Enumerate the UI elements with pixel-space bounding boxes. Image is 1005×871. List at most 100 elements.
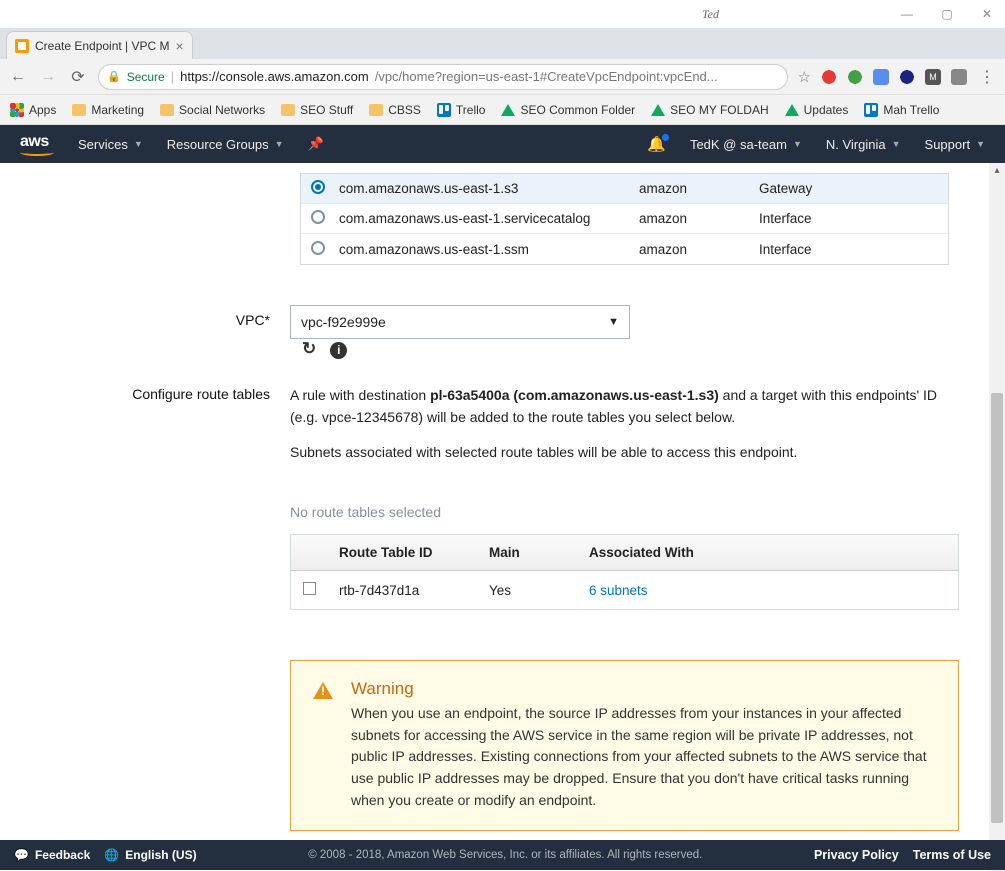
vpc-value: vpc-f92e999e [301,314,386,330]
ext-icon-4[interactable] [899,69,915,85]
bookmarks-bar: Apps Marketing Social Networks SEO Stuff… [0,95,1005,125]
url-host: https://console.aws.amazon.com [180,69,369,84]
bookmark-social[interactable]: Social Networks [160,103,265,117]
window-minimize-icon[interactable]: — [897,7,917,21]
bookmark-trello[interactable]: Trello [437,103,486,117]
radio-icon[interactable] [311,210,325,224]
vpc-label: VPC* [0,305,290,359]
address-bar[interactable]: 🔒 Secure | https://console.aws.amazon.co… [98,64,788,90]
route-help-text-2: Subnets associated with selected route t… [290,442,959,464]
warning-box: Warning When you use an endpoint, the so… [290,660,959,830]
forward-icon[interactable]: → [38,68,58,86]
region-menu[interactable]: N. Virginia▼ [826,137,901,152]
lock-icon: 🔒 [107,70,121,83]
aws-logo-icon[interactable]: aws [20,133,54,156]
aws-console-header: aws Services▼ Resource Groups▼ 📌 🔔 TedK … [0,125,1005,163]
table-row[interactable]: rtb-7d437d1a Yes 6 subnets [291,571,958,609]
header-assoc[interactable]: Associated With [577,545,958,560]
url-path: /vpc/home?region=us-east-1#CreateVpcEndp… [375,69,718,84]
account-menu[interactable]: TedK @ sa-team▼ [690,137,802,152]
bookmark-seostuff[interactable]: SEO Stuff [281,103,353,117]
vertical-scrollbar[interactable]: ▴ ▾ [989,163,1005,871]
ext-icon-2[interactable] [847,69,863,85]
notification-dot-icon [662,134,669,141]
ext-icon-5[interactable]: M [925,69,941,85]
ext-icon-1[interactable] [821,69,837,85]
vpc-row: VPC* vpc-f92e999e ▼ ↻ i [0,299,989,365]
route-tables-row: Configure route tables A rule with desti… [0,379,989,837]
window-maximize-icon[interactable]: ▢ [937,7,957,21]
route-id-cell: rtb-7d437d1a [327,583,477,598]
route-tables-empty: No route tables selected [290,504,959,520]
back-icon[interactable]: ← [8,68,28,86]
bookmark-cbss[interactable]: CBSS [369,103,421,117]
header-main[interactable]: Main [477,545,577,560]
service-list: com.amazonaws.us-east-1.s3 amazon Gatewa… [300,173,949,265]
bookmark-marketing[interactable]: Marketing [72,103,144,117]
route-assoc-link[interactable]: 6 subnets [577,583,958,598]
page-content: com.amazonaws.us-east-1.s3 amazon Gatewa… [0,163,1005,871]
chevron-down-icon: ▼ [793,139,802,149]
bookmark-star-icon[interactable]: ☆ [798,68,811,86]
radio-selected-icon[interactable] [311,180,325,194]
chat-icon: 💬 [14,848,29,862]
aws-console-footer: 💬Feedback 🌐English (US) © 2008 - 2018, A… [0,840,1005,870]
refresh-icon[interactable]: ↻ [302,339,316,359]
bookmark-apps[interactable]: Apps [10,103,56,117]
apps-icon [10,103,24,117]
window-titlebar: Ted — ▢ ✕ [0,0,1005,28]
bookmark-updates[interactable]: Updates [785,103,849,117]
language-button[interactable]: 🌐English (US) [104,848,196,862]
header-route-id[interactable]: Route Table ID [327,545,477,560]
chevron-down-icon: ▼ [892,139,901,149]
footer-copyright: © 2008 - 2018, Amazon Web Services, Inc.… [211,849,800,861]
bookmark-mahtrello[interactable]: Mah Trello [864,103,939,117]
globe-icon: 🌐 [104,848,119,862]
terms-link[interactable]: Terms of Use [913,848,991,862]
vpc-select[interactable]: vpc-f92e999e ▼ [290,305,630,339]
route-help-text-1: A rule with destination pl-63a5400a (com… [290,385,959,428]
reload-icon[interactable]: ⟳ [68,67,88,87]
chevron-down-icon: ▼ [976,139,985,149]
gdrive-icon [651,104,665,116]
folder-icon [160,104,174,116]
row-checkbox[interactable] [303,582,316,595]
table-header: Route Table ID Main Associated With [291,535,958,571]
folder-icon [281,104,295,116]
notifications-icon[interactable]: 🔔 [647,135,666,153]
feedback-button[interactable]: 💬Feedback [14,848,90,862]
tab-title: Create Endpoint | VPC M [35,39,170,53]
scrollbar-thumb[interactable] [991,393,1003,823]
pin-icon[interactable]: 📌 [308,136,324,152]
tab-close-icon[interactable]: × [176,38,184,54]
support-menu[interactable]: Support▼ [925,137,985,152]
scroll-up-icon[interactable]: ▴ [989,163,1005,179]
route-tables-grid: Route Table ID Main Associated With rtb-… [290,534,959,610]
warning-title: Warning [351,679,936,699]
ext-icon-3[interactable] [873,69,889,85]
info-icon[interactable]: i [330,339,347,359]
services-menu[interactable]: Services▼ [78,137,143,152]
secure-label: Secure [127,70,165,84]
service-row-s3[interactable]: com.amazonaws.us-east-1.s3 amazon Gatewa… [301,174,948,204]
chevron-down-icon: ▼ [134,139,143,149]
ext-icon-6[interactable] [951,69,967,85]
route-tables-label: Configure route tables [0,385,290,831]
browser-tab-active[interactable]: Create Endpoint | VPC M × [6,31,193,59]
warning-icon [313,682,333,699]
browser-tabstrip: Create Endpoint | VPC M × [0,28,1005,59]
window-close-icon[interactable]: ✕ [977,7,997,21]
chevron-down-icon: ▼ [608,316,619,328]
browser-toolbar: ← → ⟳ 🔒 Secure | https://console.aws.ama… [0,59,1005,95]
resource-groups-menu[interactable]: Resource Groups▼ [167,137,284,152]
bookmark-seocommon[interactable]: SEO Common Folder [501,103,635,117]
service-row-servicecatalog[interactable]: com.amazonaws.us-east-1.servicecatalog a… [301,204,948,234]
warning-body: When you use an endpoint, the source IP … [351,703,936,811]
trello-icon [437,103,451,117]
privacy-link[interactable]: Privacy Policy [814,848,899,862]
radio-icon[interactable] [311,241,325,255]
service-row-ssm[interactable]: com.amazonaws.us-east-1.ssm amazon Inter… [301,234,948,264]
chevron-down-icon: ▼ [275,139,284,149]
menu-icon[interactable]: ⋮ [977,67,997,87]
bookmark-seofoldah[interactable]: SEO MY FOLDAH [651,103,768,117]
